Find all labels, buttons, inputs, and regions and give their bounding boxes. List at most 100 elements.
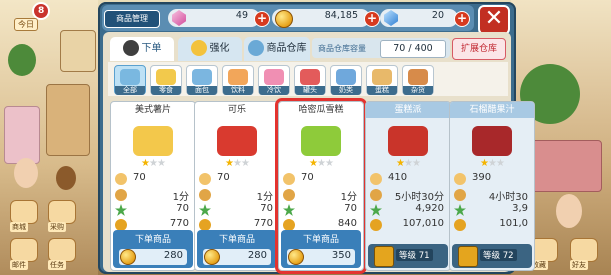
order-button[interactable]: 下单商品 280 [113, 230, 193, 268]
category-tab[interactable]: 面包 [186, 65, 218, 95]
time-row: 1分 [115, 188, 191, 203]
star-icon: ★ [317, 158, 326, 169]
item-name: 可乐 [227, 105, 246, 115]
order-button[interactable]: 下单商品 280 [197, 230, 277, 268]
side-menu-button[interactable] [48, 200, 76, 224]
category-tab[interactable]: 奶类 [330, 65, 362, 95]
clock-icon [199, 189, 211, 201]
category-tab[interactable]: 全部 [114, 65, 146, 95]
time-value: 4小时30 [488, 192, 528, 203]
required-level: 等级 72 [480, 249, 517, 261]
category-tab[interactable]: 冷饮 [258, 65, 290, 95]
category-icon [408, 69, 428, 85]
star-icon: ★ [233, 158, 242, 169]
category-icon [120, 69, 140, 85]
capacity-label: 商品仓库容量 [318, 44, 366, 53]
level-row: 390 [454, 172, 530, 187]
side-menu-label: 任务 [48, 260, 66, 270]
item-rating: ★★★ [111, 158, 195, 169]
add-diamonds-button[interactable]: + [454, 11, 470, 27]
clock-icon [370, 189, 382, 201]
level-icon [115, 173, 127, 185]
clock-icon [283, 189, 295, 201]
locked-bar: 等级 72 [452, 244, 532, 268]
star-icon: ★ [156, 158, 166, 169]
coin-icon [370, 219, 382, 231]
category-tab[interactable]: 杂货 [402, 65, 434, 95]
item-name: 美式薯片 [134, 105, 171, 115]
item-card[interactable]: 蛋糕派 ★★★ 410 5小时30分 4,920 107,010 等级 71 [365, 101, 451, 271]
coin-icon [288, 249, 304, 265]
side-menu-button[interactable] [10, 200, 38, 224]
category-tab[interactable]: 零食 [150, 65, 182, 95]
plant-decoration [8, 44, 36, 76]
exp-row: 70 [283, 203, 359, 218]
expand-warehouse-button[interactable]: 扩展仓库 [452, 38, 506, 60]
exp-value: 3,9 [512, 203, 528, 214]
close-icon[interactable]: ✕ [478, 5, 510, 35]
lock-icon [374, 246, 394, 267]
category-icon [156, 69, 176, 85]
side-menu-button[interactable] [570, 238, 598, 262]
star-icon: ★ [488, 158, 497, 169]
category-tab[interactable]: 饮料 [222, 65, 254, 95]
order-cost: 280 [119, 249, 187, 265]
gem-value: 49 [235, 10, 248, 21]
category-icon [228, 69, 248, 85]
category-label: 冷饮 [259, 86, 289, 95]
time-value: 1分 [340, 192, 357, 203]
category-icon [336, 69, 356, 85]
exp-star-icon [115, 204, 127, 216]
tab-order[interactable]: 下单 [110, 37, 174, 61]
coin-icon [275, 10, 293, 28]
item-rating: ★★★ [450, 158, 534, 169]
customer-character [556, 194, 582, 228]
category-icon [264, 69, 284, 85]
category-tab[interactable]: 蛋糕 [366, 65, 398, 95]
add-coins-button[interactable]: + [364, 11, 380, 27]
category-tab[interactable]: 罐头 [294, 65, 326, 95]
item-card[interactable]: 美式薯片 ★★★ 70 1分 70 770 下单商品 280 [110, 101, 196, 271]
category-icon [372, 69, 392, 85]
item-image [301, 126, 341, 156]
diamond-value: 20 [431, 10, 444, 21]
side-menu-button[interactable] [10, 238, 38, 262]
coin-value: 84,185 [324, 10, 358, 21]
star-icon: ★ [404, 158, 413, 169]
star-icon: ★ [480, 158, 489, 169]
category-label: 奶类 [331, 86, 361, 95]
order-button[interactable]: 下单商品 350 [281, 230, 361, 268]
item-card[interactable]: 可乐 ★★★ 70 1分 70 770 下单商品 280 [194, 101, 280, 271]
item-card[interactable]: 石榴醋果汁 ★★★ 390 4小时30 3,9 101,0 等级 72 [449, 101, 535, 271]
tab-enhance[interactable]: 强化 [178, 37, 242, 61]
tab-warehouse[interactable]: 商品仓库 [244, 37, 310, 61]
category-label: 面包 [187, 86, 217, 95]
exp-row: 4,920 [370, 203, 446, 218]
time-value: 1分 [256, 192, 273, 203]
side-menu-label: 邮件 [10, 260, 28, 270]
item-card[interactable]: 哈密瓜雪糕 ★★★ 70 1分 70 840 下单商品 350 [275, 98, 367, 274]
item-name: 哈密瓜雪糕 [298, 105, 344, 115]
exp-star-icon [370, 204, 382, 216]
side-menu-button[interactable] [48, 238, 76, 262]
exp-value: 70 [176, 203, 189, 214]
counter-decoration [46, 84, 90, 156]
order-cost: 350 [287, 249, 355, 265]
time-row: 1分 [283, 188, 359, 203]
level-value: 390 [472, 172, 492, 183]
item-rating: ★★★ [366, 158, 450, 169]
star-icon: ★ [225, 158, 234, 169]
clock-icon [454, 189, 466, 201]
display-case-decoration [4, 106, 40, 164]
coin-reward-value: 107,010 [402, 218, 444, 229]
order-button-label: 下单商品 [218, 235, 255, 245]
chef-icon [122, 40, 139, 56]
exp-value: 70 [260, 203, 273, 214]
add-gems-button[interactable]: + [254, 11, 270, 27]
item-image [472, 126, 512, 156]
exp-star-icon [283, 204, 295, 216]
coin-reward-value: 840 [337, 218, 357, 229]
category-label: 全部 [115, 86, 145, 95]
locked-bar: 等级 71 [368, 244, 448, 268]
time-row: 4小时30 [454, 188, 530, 203]
